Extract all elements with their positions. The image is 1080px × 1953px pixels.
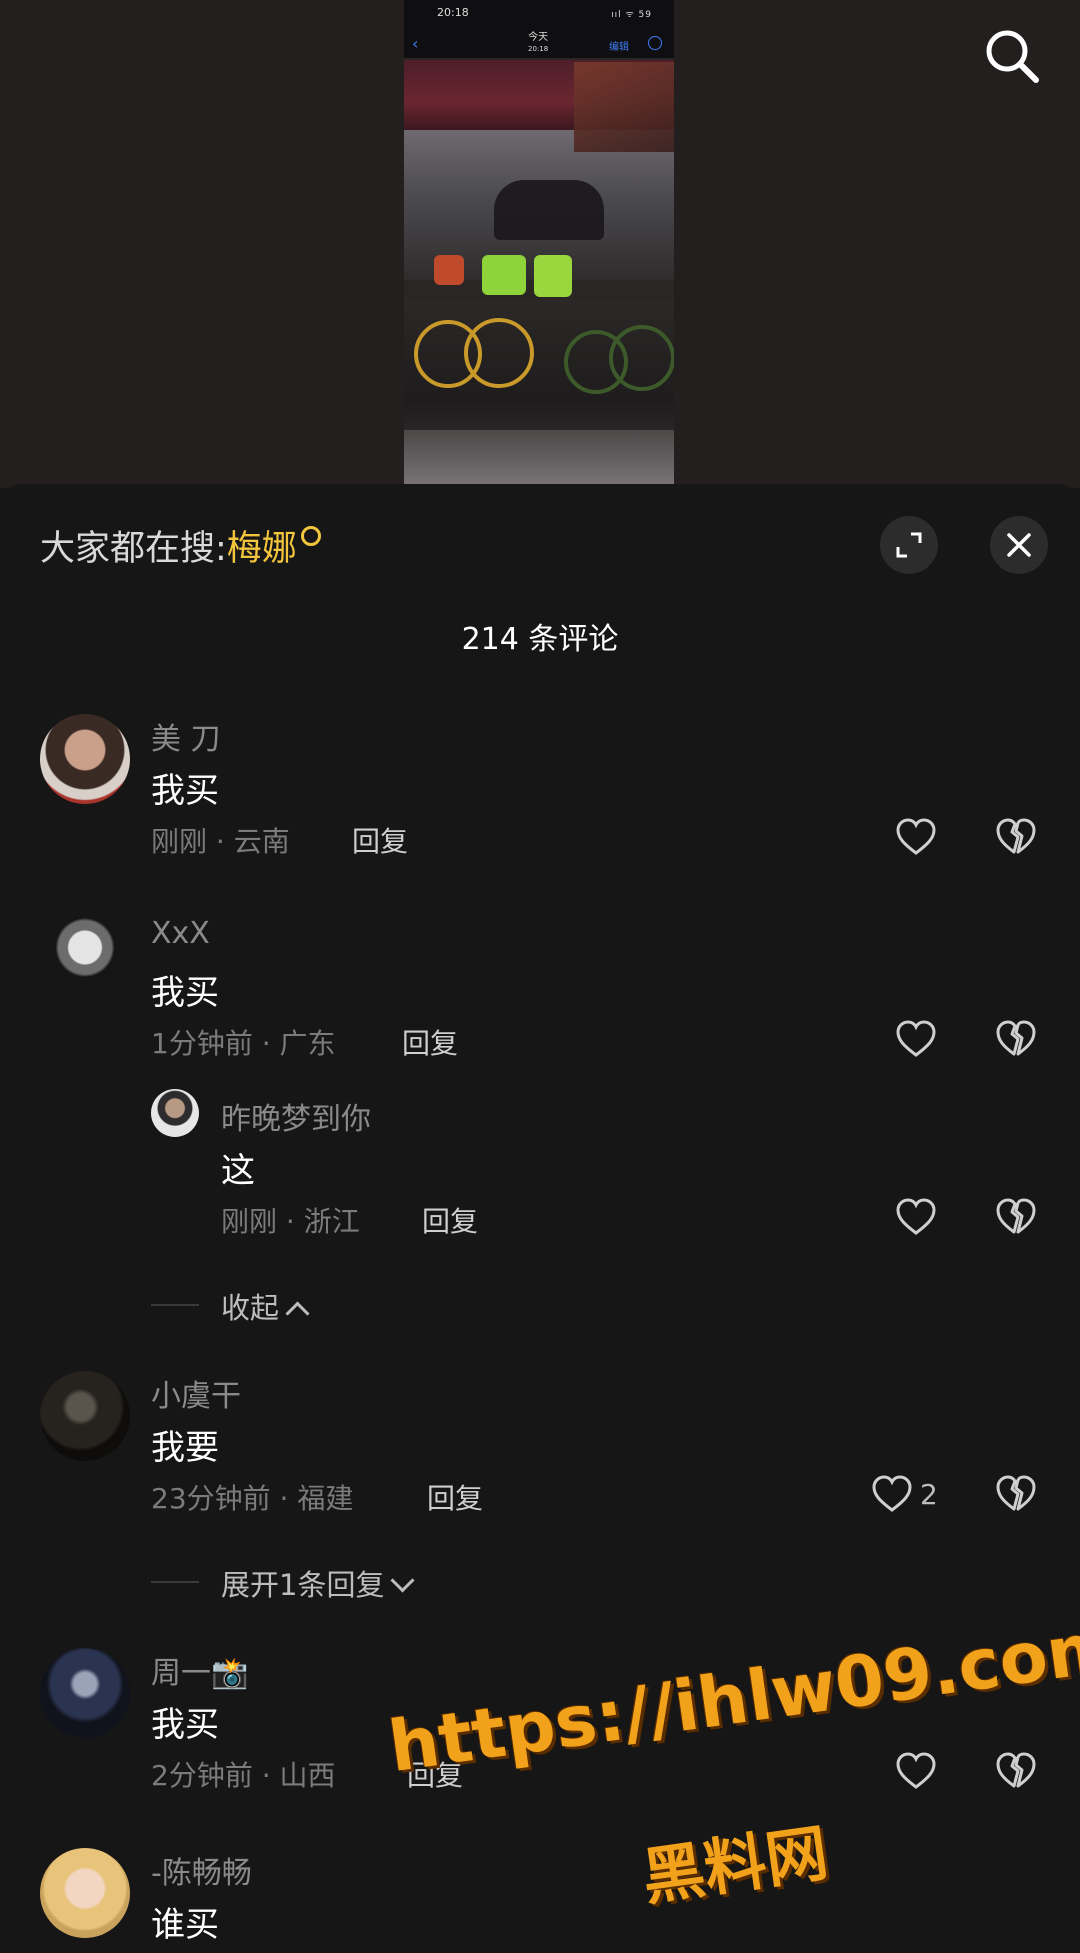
embedded-status-bar: 20:18 ııl ᯤ 59 ‹ 今天 20:18 编辑	[404, 0, 674, 58]
comment-text[interactable]: 谁买	[151, 1897, 219, 1946]
comment-text[interactable]: 我买	[151, 965, 219, 1014]
chevron-up-icon	[285, 1301, 310, 1326]
comment-meta: 2分钟前 · 山西	[151, 1759, 336, 1792]
broken-heart-icon[interactable]	[994, 1750, 1038, 1794]
collapse-replies-button[interactable]: 收起	[221, 1285, 310, 1327]
comment-author[interactable]: -陈畅畅	[151, 1848, 252, 1892]
hot-search-keyword[interactable]: 梅娜	[227, 529, 297, 569]
collapse-label: 收起	[221, 1291, 280, 1325]
video-scene-people	[494, 180, 604, 240]
reply-button[interactable]: 回复	[352, 820, 408, 860]
video-scene-chair	[534, 255, 572, 297]
small-search-icon	[300, 526, 321, 546]
heart-icon[interactable]	[870, 1473, 914, 1517]
embedded-title-time: 20:18	[528, 45, 549, 53]
embedded-time: 20:18	[437, 6, 469, 19]
embedded-status-icons: ııl ᯤ 59	[611, 10, 652, 20]
broken-heart-icon[interactable]	[994, 1473, 1038, 1517]
expand-replies-button[interactable]: 展开1条回复	[221, 1562, 415, 1604]
video-frame: 20:18 ııl ᯤ 59 ‹ 今天 20:18 编辑	[404, 0, 674, 484]
embedded-title: 今天 20:18	[528, 32, 548, 55]
expand-icon	[896, 532, 922, 558]
heart-icon[interactable]	[894, 1750, 938, 1794]
reply-meta: 刚刚 · 浙江	[221, 1205, 360, 1238]
video-scene-bottom	[404, 430, 674, 484]
comment-author[interactable]: 小虞干	[151, 1371, 241, 1415]
comment-author[interactable]: XxX	[151, 916, 210, 951]
like-count: 2	[920, 1478, 938, 1511]
comment-meta: 刚刚 · 云南	[151, 825, 290, 858]
comment-text[interactable]: 我买	[151, 763, 219, 812]
comment-author[interactable]: 美 刀	[151, 714, 221, 758]
reply-text[interactable]: 这	[221, 1143, 255, 1192]
comment-count: 214 条评论	[461, 622, 619, 657]
reply-author[interactable]: 昨晚梦到你	[221, 1094, 371, 1138]
comment-meta: 23分钟前 · 福建	[151, 1482, 354, 1515]
broken-heart-icon[interactable]	[994, 816, 1038, 860]
close-icon	[1007, 533, 1031, 557]
hot-search-prefix: 大家都在搜:	[40, 529, 227, 569]
close-button[interactable]	[990, 516, 1048, 574]
avatar[interactable]	[151, 1089, 199, 1137]
video-area[interactable]: 20:18 ııl ᯤ 59 ‹ 今天 20:18 编辑	[0, 0, 1080, 488]
search-icon[interactable]	[982, 26, 1042, 86]
video-scene-bike-wheel	[609, 325, 674, 391]
fold-divider	[151, 1304, 199, 1306]
hot-search-bar[interactable]: 大家都在搜:梅娜	[40, 520, 321, 571]
expand-label: 展开1条回复	[221, 1568, 385, 1602]
video-scene-bike-wheel	[464, 318, 534, 388]
heart-icon[interactable]	[894, 1196, 938, 1240]
expand-button[interactable]	[880, 516, 938, 574]
comment-meta: 1分钟前 · 广东	[151, 1027, 336, 1060]
reply-button[interactable]: 回复	[422, 1200, 478, 1240]
avatar[interactable]	[40, 1648, 130, 1738]
broken-heart-icon[interactable]	[994, 1018, 1038, 1062]
embedded-more-icon	[648, 36, 662, 50]
comment-author[interactable]: 周一📸	[151, 1648, 248, 1692]
heart-icon[interactable]	[894, 1018, 938, 1062]
reply-button[interactable]: 回复	[402, 1022, 458, 1062]
embedded-title-day: 今天	[528, 32, 549, 43]
chevron-down-icon	[390, 1568, 415, 1593]
video-scene-chair	[482, 255, 526, 295]
video-scene-chair	[434, 255, 464, 285]
reply-button[interactable]: 回复	[427, 1477, 483, 1517]
avatar[interactable]	[40, 916, 130, 1006]
fold-divider	[151, 1581, 199, 1583]
comment-text[interactable]: 我要	[151, 1420, 219, 1469]
avatar[interactable]	[40, 1371, 130, 1461]
avatar[interactable]	[40, 714, 130, 804]
avatar[interactable]	[40, 1848, 130, 1938]
video-scene-awning-side	[574, 62, 674, 152]
heart-icon[interactable]	[894, 816, 938, 860]
broken-heart-icon[interactable]	[994, 1196, 1038, 1240]
embedded-back-icon: ‹	[412, 34, 419, 53]
embedded-edit-label: 编辑	[609, 42, 629, 53]
comment-text[interactable]: 我买	[151, 1697, 219, 1746]
